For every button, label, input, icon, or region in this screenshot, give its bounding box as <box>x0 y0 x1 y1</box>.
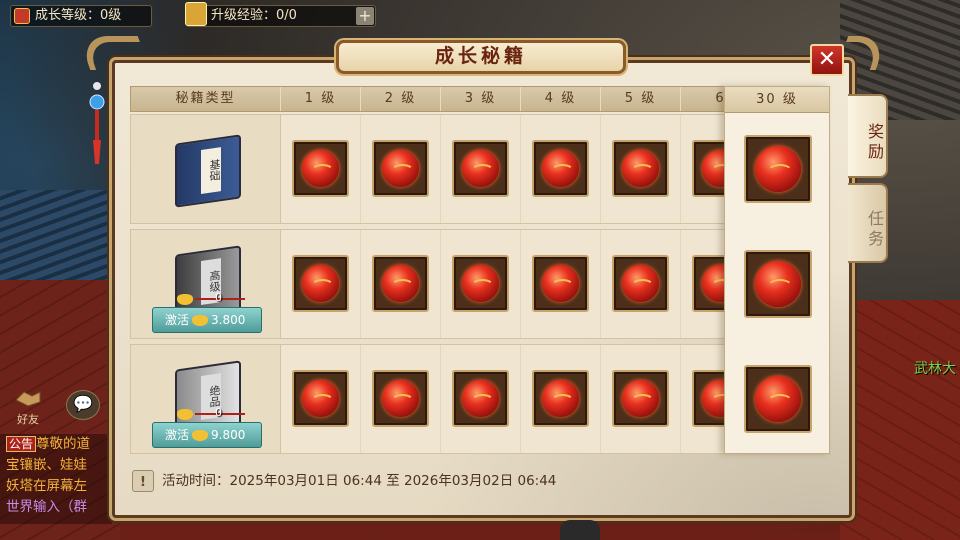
activate-label: 激活 <box>165 313 190 327</box>
event-time: ! 活动时间：2025年03月01日 06:44 至 2026年03月02日 0… <box>132 470 732 492</box>
red-orb-icon <box>622 380 659 417</box>
upgrade-exp-text: 升级经验：0/0 <box>211 8 297 23</box>
red-orb-icon <box>542 150 579 187</box>
reward-slot-30[interactable] <box>744 250 812 318</box>
red-orb-icon <box>462 265 499 302</box>
reward-slot[interactable] <box>532 370 589 427</box>
tab-task[interactable]: 任务 <box>848 183 888 263</box>
growth-level-icon <box>14 8 30 24</box>
reward-slot[interactable] <box>292 140 349 197</box>
original-price: 0 <box>177 406 247 421</box>
chat-line: 宝镶嵌、娃娃 <box>6 457 87 473</box>
reward-slot[interactable] <box>372 140 429 197</box>
header-level-5: 5 级 <box>601 87 681 111</box>
reward-slot[interactable] <box>612 370 669 427</box>
notice-tag: 公告 <box>6 436 37 452</box>
red-orb-icon <box>302 380 339 417</box>
activate-button[interactable]: 激活 9.800 <box>152 422 262 448</box>
reward-slot[interactable] <box>612 140 669 197</box>
friend-button[interactable]: 好友 <box>8 388 48 426</box>
chat-line: 尊敬的道 <box>36 436 91 452</box>
handshake-icon <box>15 391 41 407</box>
event-time-text: 活动时间：2025年03月01日 06:44 至 2026年03月02日 06:… <box>162 473 557 489</box>
book-type-cell[interactable]: 基础 <box>131 115 281 223</box>
red-orb-icon <box>302 265 339 302</box>
book-type-cell[interactable]: 绝品 0 激活 9.800 <box>131 345 281 453</box>
red-orb-icon <box>542 265 579 302</box>
original-price: 0 <box>177 291 247 306</box>
reward-slot-30[interactable] <box>744 135 812 203</box>
chat-box[interactable]: 公告 尊敬的道 宝镶嵌、娃娃 妖塔在屏幕左 世界输入（群 <box>0 434 112 524</box>
red-orb-icon <box>302 150 339 187</box>
activate-price: 9.800 <box>211 428 246 442</box>
red-orb-icon <box>542 380 579 417</box>
panel-title: 成长秘籍 <box>336 40 626 74</box>
header-level-4: 4 级 <box>521 87 601 111</box>
book-type-cell[interactable]: 高级 0 激活 3.800 <box>131 230 281 338</box>
activate-label: 激活 <box>165 428 190 442</box>
chat-line: 世界输入（群 <box>6 499 87 515</box>
activate-price: 3.800 <box>211 313 246 327</box>
exclamation-icon: ! <box>132 470 154 492</box>
header-level-1: 1 级 <box>281 87 361 111</box>
reward-slot[interactable] <box>372 370 429 427</box>
reward-slot[interactable] <box>452 370 509 427</box>
reward-slot[interactable] <box>612 255 669 312</box>
gold-ingot-icon <box>177 293 193 305</box>
chat-line: 妖塔在屏幕左 <box>6 478 87 494</box>
reward-slot[interactable] <box>452 140 509 197</box>
header-level-30: 30 级 <box>725 87 829 113</box>
friend-label: 好友 <box>17 413 39 426</box>
red-orb-icon <box>462 380 499 417</box>
blue-book-icon: 基础 <box>175 134 241 208</box>
gold-ingot-icon <box>177 408 193 420</box>
exp-plus-button[interactable]: + <box>356 7 374 25</box>
growth-level-bar[interactable]: 成长等级：0级 <box>10 5 152 27</box>
gold-ingot-icon <box>192 430 209 441</box>
red-orb-icon <box>755 376 801 422</box>
red-orb-icon <box>462 150 499 187</box>
reward-slot[interactable] <box>532 255 589 312</box>
red-orb-icon <box>622 150 659 187</box>
reward-slot-30[interactable] <box>744 365 812 433</box>
close-button[interactable]: ✕ <box>810 44 844 76</box>
header-level-2: 2 级 <box>361 87 441 111</box>
upgrade-exp-bar[interactable]: 升级经验：0/0 + <box>185 2 376 27</box>
reward-slot[interactable] <box>532 140 589 197</box>
gold-ingot-icon <box>192 315 209 326</box>
red-orb-icon <box>755 261 801 307</box>
location-label[interactable]: 武林大 <box>914 358 956 378</box>
red-orb-icon <box>755 146 801 192</box>
red-orb-icon <box>622 265 659 302</box>
roof-decoration <box>0 190 115 285</box>
speech-bubble-icon: 💬 <box>73 394 93 413</box>
book-label: 基础 <box>201 147 221 194</box>
floor-decoration <box>840 300 960 540</box>
reward-slot[interactable] <box>452 255 509 312</box>
reward-slot[interactable] <box>292 370 349 427</box>
activate-button[interactable]: 激活 3.800 <box>152 307 262 333</box>
exp-book-icon <box>185 2 207 26</box>
gourd-ornament-icon <box>89 82 105 164</box>
original-price-value: 0 <box>215 406 222 419</box>
reward-slot[interactable] <box>372 255 429 312</box>
header-level-3: 3 级 <box>441 87 521 111</box>
growth-level-text: 成长等级：0级 <box>35 8 122 23</box>
chat-button[interactable]: 💬 <box>66 390 100 420</box>
tab-reward[interactable]: 奖励 <box>848 94 888 178</box>
level-30-column: 30 级 <box>724 86 830 454</box>
red-orb-icon <box>382 265 419 302</box>
reward-slot[interactable] <box>292 255 349 312</box>
red-orb-icon <box>382 380 419 417</box>
bottom-ornament <box>560 520 600 540</box>
header-type: 秘籍类型 <box>131 87 281 111</box>
original-price-value: 0 <box>215 291 222 304</box>
red-orb-icon <box>382 150 419 187</box>
